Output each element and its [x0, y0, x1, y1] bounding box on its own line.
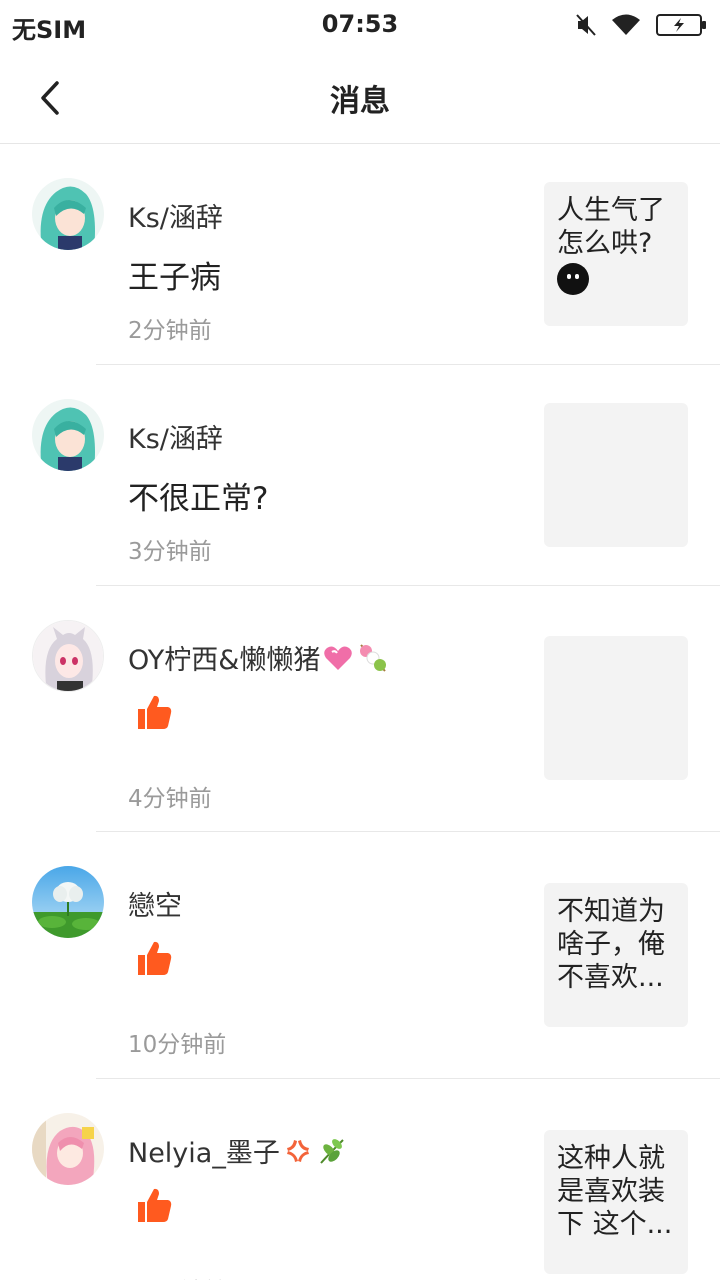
avatar[interactable]: [32, 178, 104, 250]
post-preview[interactable]: 人生气了怎么哄?: [544, 182, 688, 326]
avatar[interactable]: [32, 620, 104, 692]
dango-icon: [356, 642, 388, 674]
page-title: 消息: [330, 84, 390, 119]
notification-item[interactable]: OY柠西&懒懒猪 4分钟前: [0, 586, 720, 832]
herb-icon: [316, 1135, 348, 1167]
thumbs-up-icon: [138, 941, 172, 975]
thumbs-up-icon: [138, 1188, 172, 1222]
avatar[interactable]: [32, 399, 104, 471]
sender-name[interactable]: Ks/涵辞: [128, 196, 223, 235]
navigation-bar: 消息: [0, 50, 720, 144]
notification-item[interactable]: Ks/涵辞 不很正常? 3分钟前: [0, 365, 720, 586]
notification-list: Ks/涵辞 王子病 2分钟前 人生气了怎么哄? Ks/涵辞 不很正常? 3分钟前: [0, 144, 720, 1280]
thumbs-up-icon: [138, 695, 172, 729]
post-preview-text: 这种人就是喜欢装下 这个...: [557, 1143, 673, 1240]
mute-icon: [576, 13, 596, 37]
anger-symbol-icon: [282, 1135, 314, 1167]
timestamp: 3分钟前: [128, 539, 212, 565]
notification-item[interactable]: Ks/涵辞 王子病 2分钟前 人生气了怎么哄?: [0, 144, 720, 365]
sender-name: OY柠西&懒懒猪: [128, 645, 321, 676]
wifi-icon: [610, 13, 642, 37]
sender-name[interactable]: Ks/涵辞: [128, 417, 223, 456]
timestamp: 4分钟前: [128, 786, 212, 812]
status-icons: [576, 10, 708, 40]
timestamp: 11分钟前: [128, 1272, 226, 1280]
message-text: 不很正常?: [128, 481, 269, 517]
sender-name-row[interactable]: OY柠西&懒懒猪: [128, 638, 388, 677]
post-preview[interactable]: 不知道为啥子，俺不喜欢...: [544, 883, 688, 1027]
notification-item[interactable]: 戀空 10分钟前 不知道为啥子，俺不喜欢...: [0, 832, 720, 1079]
post-preview-screenshot[interactable]: [544, 636, 688, 780]
avatar[interactable]: [32, 1113, 104, 1185]
battery-charging-icon: [656, 13, 708, 37]
timestamp: 2分钟前: [128, 318, 212, 344]
face-emoji-icon: [557, 262, 589, 295]
sender-name-row[interactable]: Nelyia_墨子: [128, 1131, 348, 1170]
status-bar: 无SIM 07:53: [0, 0, 720, 50]
post-preview-screenshot[interactable]: [544, 403, 688, 547]
sender-name[interactable]: 戀空: [128, 884, 182, 923]
timestamp: 10分钟前: [128, 1032, 227, 1058]
avatar[interactable]: [32, 866, 104, 938]
notification-item[interactable]: Nelyia_墨子 11分钟前 这种人就是喜欢装下 这个...: [0, 1079, 720, 1280]
post-preview[interactable]: 这种人就是喜欢装下 这个...: [544, 1130, 688, 1274]
sender-name: Nelyia_墨子: [128, 1138, 280, 1169]
heart-icon: [322, 642, 354, 674]
post-preview-text: 人生气了怎么哄?: [557, 194, 677, 295]
post-preview-text: 不知道为啥子，俺不喜欢...: [557, 896, 665, 993]
message-text: 王子病: [128, 260, 221, 296]
